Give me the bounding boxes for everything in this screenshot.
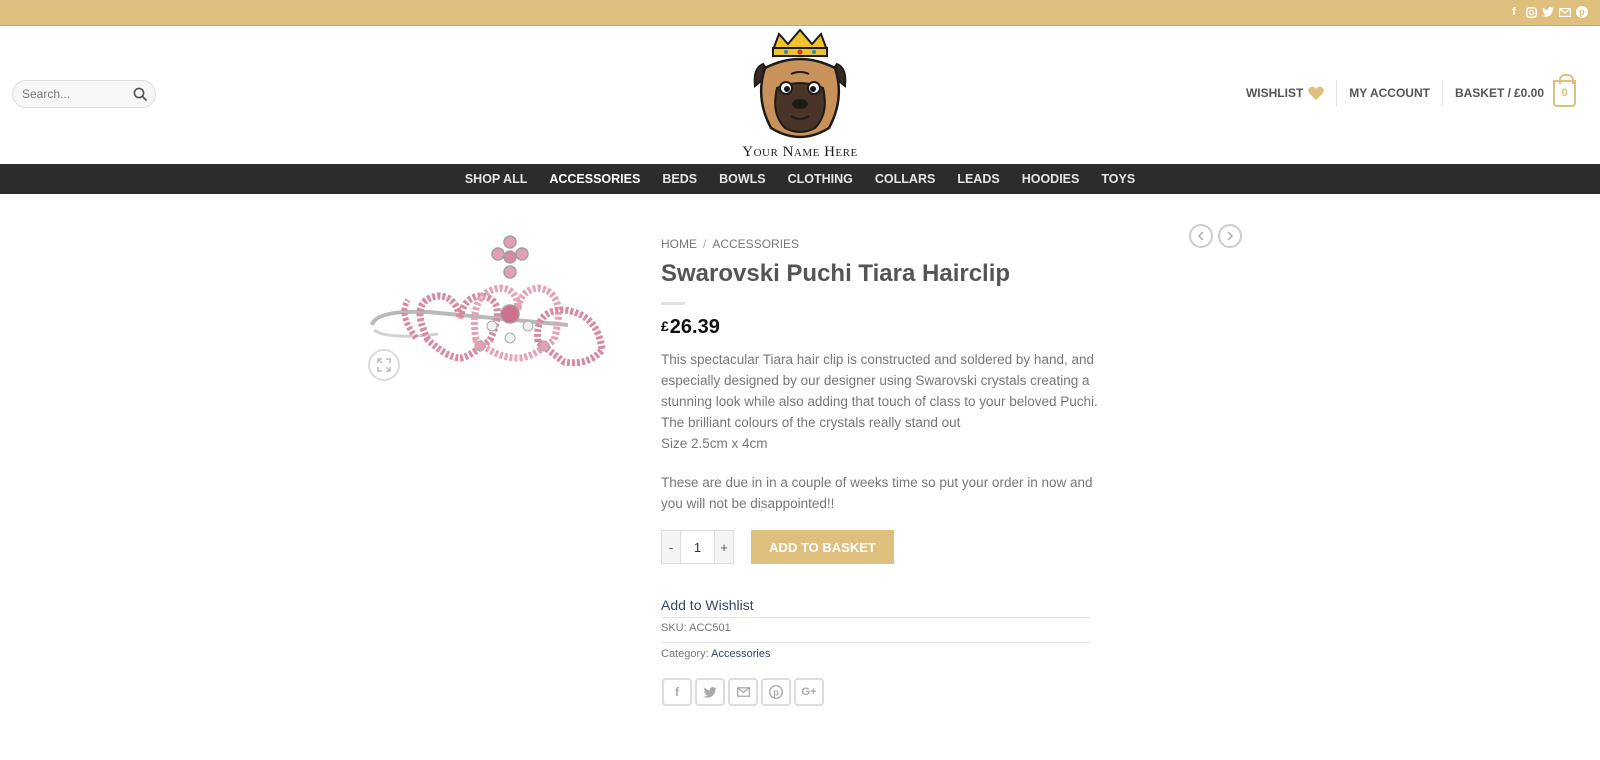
quantity-minus-button[interactable]: -	[661, 530, 681, 564]
description-note: These are due in in a couple of weeks ti…	[661, 475, 1093, 511]
breadcrumb-home[interactable]: HOME	[661, 237, 697, 251]
basket-count-icon: 0	[1553, 73, 1576, 107]
basket-label: BASKET /	[1454, 86, 1511, 100]
wishlist-link[interactable]: WISHLIST	[1234, 86, 1336, 100]
nav-item-shop-all[interactable]: SHOP ALL	[454, 172, 539, 186]
facebook-icon[interactable]: f	[662, 678, 692, 706]
quantity-stepper: - +	[661, 530, 734, 564]
my-account-link[interactable]: MY ACCOUNT	[1337, 86, 1442, 100]
email-icon[interactable]	[1559, 5, 1571, 19]
breadcrumb-accessories[interactable]: ACCESSORIES	[712, 237, 799, 251]
pug-logo-icon	[753, 28, 847, 139]
nav-item-collars[interactable]: COLLARS	[864, 172, 946, 186]
twitter-icon[interactable]	[1542, 5, 1554, 19]
nav-item-clothing[interactable]: CLOTHING	[777, 172, 864, 186]
google-plus-icon[interactable]: G+	[794, 678, 824, 706]
site-logo[interactable]: Your Name Here	[733, 28, 867, 162]
nav-item-toys[interactable]: TOYS	[1090, 172, 1146, 186]
nav-item-beds[interactable]: BEDS	[651, 172, 708, 186]
expand-icon	[377, 358, 391, 372]
product-category: Category: Accessories	[661, 648, 770, 660]
basket-link[interactable]: BASKET / £0.00 0	[1443, 73, 1588, 107]
sku-value: ACC501	[689, 622, 731, 634]
instagram-icon[interactable]	[1525, 5, 1537, 19]
zoom-image-button[interactable]	[368, 349, 400, 381]
pinterest-icon[interactable]: p	[1576, 5, 1588, 19]
heart-icon	[1308, 86, 1325, 100]
breadcrumb: HOME / ACCESSORIES	[661, 237, 799, 251]
search-icon[interactable]	[133, 87, 147, 101]
product-title: Swarovski Puchi Tiara Hairclip	[661, 260, 1011, 287]
previous-product-button[interactable]	[1189, 224, 1213, 248]
add-to-wishlist-link[interactable]: Add to Wishlist	[661, 597, 754, 613]
product-price: £ 26.39	[661, 316, 720, 339]
quantity-plus-button[interactable]: +	[714, 530, 734, 564]
chevron-right-icon	[1227, 231, 1234, 241]
nav-item-hoodies[interactable]: HOODIES	[1011, 172, 1091, 186]
next-product-button[interactable]	[1218, 224, 1242, 248]
product-sku: SKU: ACC501	[661, 622, 731, 634]
price-amount: 26.39	[669, 316, 720, 338]
basket-total: £0.00	[1513, 86, 1544, 100]
email-icon[interactable]	[728, 678, 758, 706]
search-input[interactable]	[22, 87, 122, 101]
header-account-nav: WISHLIST MY ACCOUNT BASKET / £0.00 0	[1234, 73, 1588, 108]
tiara-hairclip-image	[370, 235, 606, 367]
divider	[661, 617, 1091, 618]
chevron-left-icon	[1197, 231, 1204, 241]
my-account-label: MY ACCOUNT	[1349, 86, 1430, 100]
description-size: Size 2.5cm x 4cm	[661, 436, 768, 451]
share-buttons: f p G+	[662, 678, 824, 706]
logo-text: Your Name Here	[742, 144, 858, 160]
svg-text:p: p	[773, 687, 779, 697]
quantity-input[interactable]	[681, 530, 714, 564]
product-image[interactable]	[368, 230, 624, 380]
price-currency: £	[661, 318, 669, 334]
nav-item-leads[interactable]: LEADS	[946, 172, 1010, 186]
sku-label: SKU:	[661, 622, 687, 634]
main-nav: SHOP ALL ACCESSORIES BEDS BOWLS CLOTHING…	[0, 164, 1600, 194]
site-header: Your Name Here WISHLIST MY ACCOUNT BASKE…	[0, 26, 1600, 164]
add-to-basket-button[interactable]: ADD TO BASKET	[751, 530, 894, 564]
category-link[interactable]: Accessories	[711, 648, 770, 660]
facebook-icon[interactable]: f	[1508, 5, 1520, 19]
top-social-links: f p	[1508, 5, 1588, 19]
divider	[661, 642, 1091, 643]
twitter-icon[interactable]	[695, 678, 725, 706]
title-divider	[661, 302, 685, 305]
search-box	[12, 80, 156, 108]
product-description: This spectacular Tiara hair clip is cons…	[661, 349, 1101, 514]
top-bar: f p	[0, 0, 1600, 26]
wishlist-label: WISHLIST	[1245, 86, 1304, 100]
pinterest-icon[interactable]: p	[761, 678, 791, 706]
nav-item-accessories[interactable]: ACCESSORIES	[538, 172, 651, 186]
nav-item-bowls[interactable]: BOWLS	[708, 172, 777, 186]
description-paragraph: This spectacular Tiara hair clip is cons…	[661, 352, 1098, 430]
category-label: Category:	[661, 648, 709, 660]
breadcrumb-separator: /	[703, 237, 707, 251]
svg-text:p: p	[1579, 7, 1585, 17]
